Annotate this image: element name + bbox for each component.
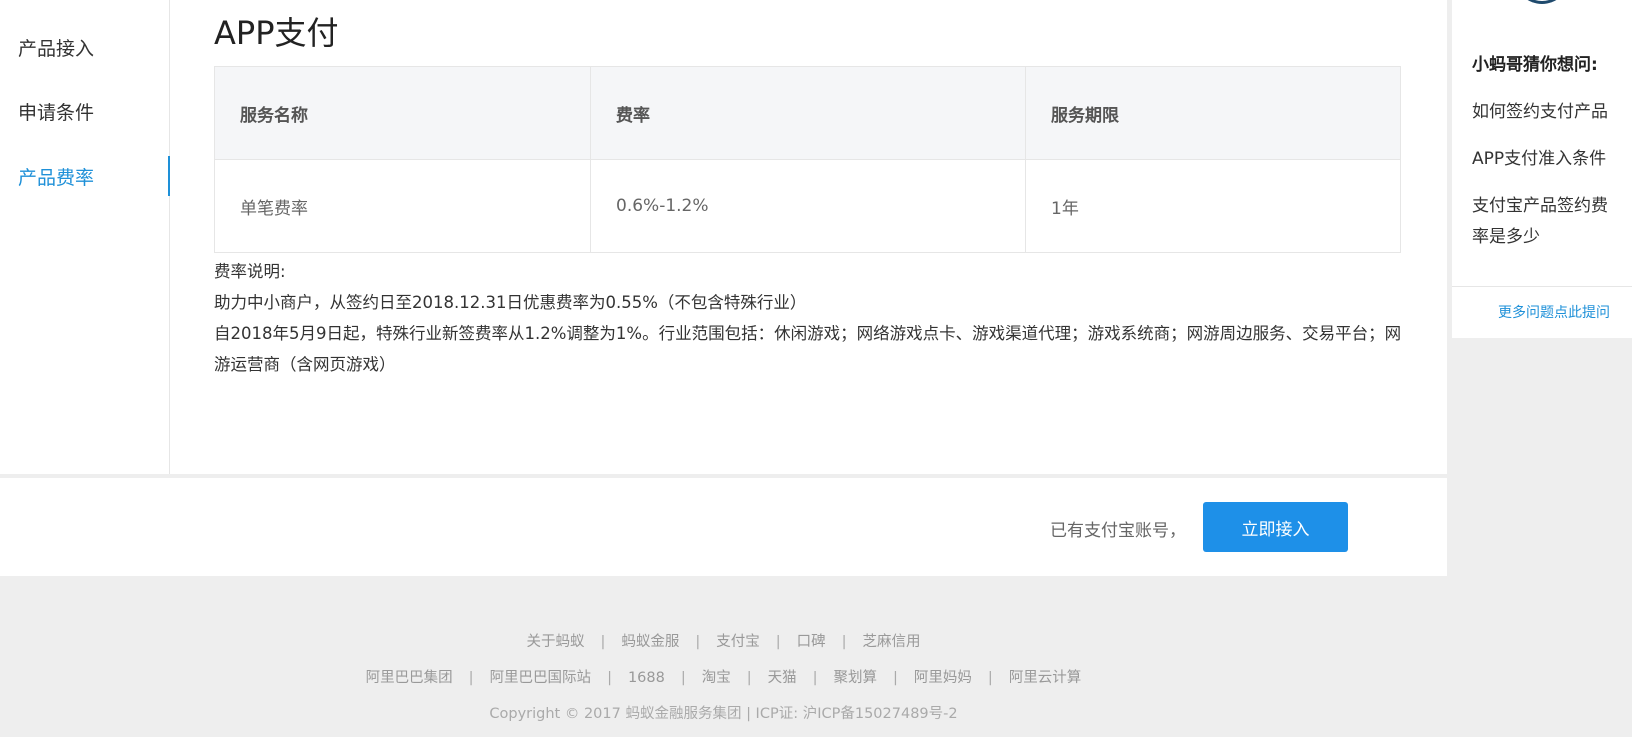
footer-link-aliyun[interactable]: 阿里云计算	[1009, 670, 1082, 686]
footer-link-alipay[interactable]: 支付宝	[716, 634, 760, 650]
faq-panel: 小蚂哥猜你想问: 如何签约支付产品 APP支付准入条件 支付宝产品签约费率是多少…	[1452, 0, 1632, 338]
separator: |	[841, 634, 847, 650]
cell-service-term: 1年	[1025, 159, 1401, 253]
faq-link-sign-product[interactable]: 如何签约支付产品	[1472, 97, 1624, 128]
footer-links-row-1: 关于蚂蚁 | 蚂蚁金服 | 支付宝 | 口碑 | 芝麻信用	[0, 630, 1447, 666]
footer-link-alimama[interactable]: 阿里妈妈	[914, 670, 972, 686]
header-service-term: 服务期限	[1025, 66, 1401, 160]
separator: |	[812, 670, 818, 686]
separator: |	[893, 670, 898, 686]
footer-link-antfin[interactable]: 蚂蚁金服	[621, 634, 679, 650]
page-title: APP支付	[214, 14, 339, 52]
footer-link-zhima[interactable]: 芝麻信用	[863, 634, 921, 650]
footer-links-row-2: 阿里巴巴集团 | 阿里巴巴国际站 | 1688 | 淘宝 | 天猫 | 聚划算 | 阿里妈妈 | 阿里云计算	[0, 666, 1447, 702]
notes-line-1: 助力中小商户，从签约日至2018.12.31日优惠费率为0.55%（不包含特殊行…	[214, 293, 807, 312]
separator: |	[680, 670, 686, 686]
separator: |	[600, 634, 606, 650]
faq-link-app-pay-conditions[interactable]: APP支付准入条件	[1472, 144, 1624, 175]
main-card: 产品接入 申请条件 产品费率 APP支付 服务名称 费率 服务期限 单笔费率 0…	[0, 0, 1447, 474]
separator: |	[746, 670, 752, 686]
nav-item-requirements[interactable]: 申请条件	[18, 98, 94, 125]
cell-service-name: 单笔费率	[214, 159, 591, 253]
footer-link-alibaba-intl[interactable]: 阿里巴巴国际站	[490, 670, 592, 686]
join-now-button[interactable]: 立即接入	[1203, 502, 1348, 552]
footer-link-about[interactable]: 关于蚂蚁	[526, 634, 584, 650]
avatar	[1516, 0, 1568, 4]
footer-link-juhuasuan[interactable]: 聚划算	[834, 670, 878, 686]
table-header-row: 服务名称 费率 服务期限	[214, 66, 1401, 160]
separator: |	[468, 670, 474, 686]
notes-line-2: 自2018年5月9日起，特殊行业新签费率从1.2%调整为1%。行业范围包括：休闲…	[214, 324, 1402, 374]
nav-item-product-rates[interactable]: 产品费率	[18, 163, 94, 190]
notes-heading: 费率说明:	[214, 262, 286, 281]
header-service-name: 服务名称	[214, 66, 591, 160]
left-nav: 产品接入 申请条件 产品费率	[0, 0, 170, 474]
separator: |	[607, 670, 612, 686]
nav-active-indicator	[168, 156, 170, 196]
separator: |	[775, 634, 781, 650]
footer-link-alibaba-group[interactable]: 阿里巴巴集团	[366, 670, 453, 686]
faq-link-rate-question[interactable]: 支付宝产品签约费率是多少	[1472, 191, 1624, 253]
footer-link-koubei[interactable]: 口碑	[797, 634, 826, 650]
header-rate: 费率	[590, 66, 1026, 160]
footer-link-tmall[interactable]: 天猫	[768, 670, 797, 686]
separator: |	[695, 634, 701, 650]
footer-link-1688[interactable]: 1688	[628, 670, 665, 686]
cell-rate: 0.6%-1.2%	[590, 159, 1026, 253]
separator: |	[987, 670, 993, 686]
faq-title: 小蚂哥猜你想问:	[1472, 55, 1598, 75]
table-row: 单笔费率 0.6%-1.2% 1年	[214, 159, 1401, 253]
footer-link-taobao[interactable]: 淘宝	[702, 670, 731, 686]
action-bar: 已有支付宝账号， 立即接入	[0, 478, 1447, 576]
site-footer: 关于蚂蚁 | 蚂蚁金服 | 支付宝 | 口碑 | 芝麻信用 阿里巴巴集团 | 阿里巴巴国际站 | 168…	[0, 630, 1447, 723]
more-questions-link[interactable]: 更多问题点此提问	[1498, 302, 1610, 322]
nav-item-product-access[interactable]: 产品接入	[18, 34, 94, 61]
rate-notes: 费率说明: 助力中小商户，从签约日至2018.12.31日优惠费率为0.55%（…	[214, 256, 1404, 380]
panel-divider	[1452, 286, 1632, 287]
rate-table: 服务名称 费率 服务期限 单笔费率 0.6%-1.2% 1年	[214, 66, 1401, 253]
copyright: Copyright © 2017 蚂蚁金融服务集团 | ICP证: 沪ICP备1…	[489, 706, 958, 722]
account-text: 已有支付宝账号，	[1050, 521, 1186, 541]
